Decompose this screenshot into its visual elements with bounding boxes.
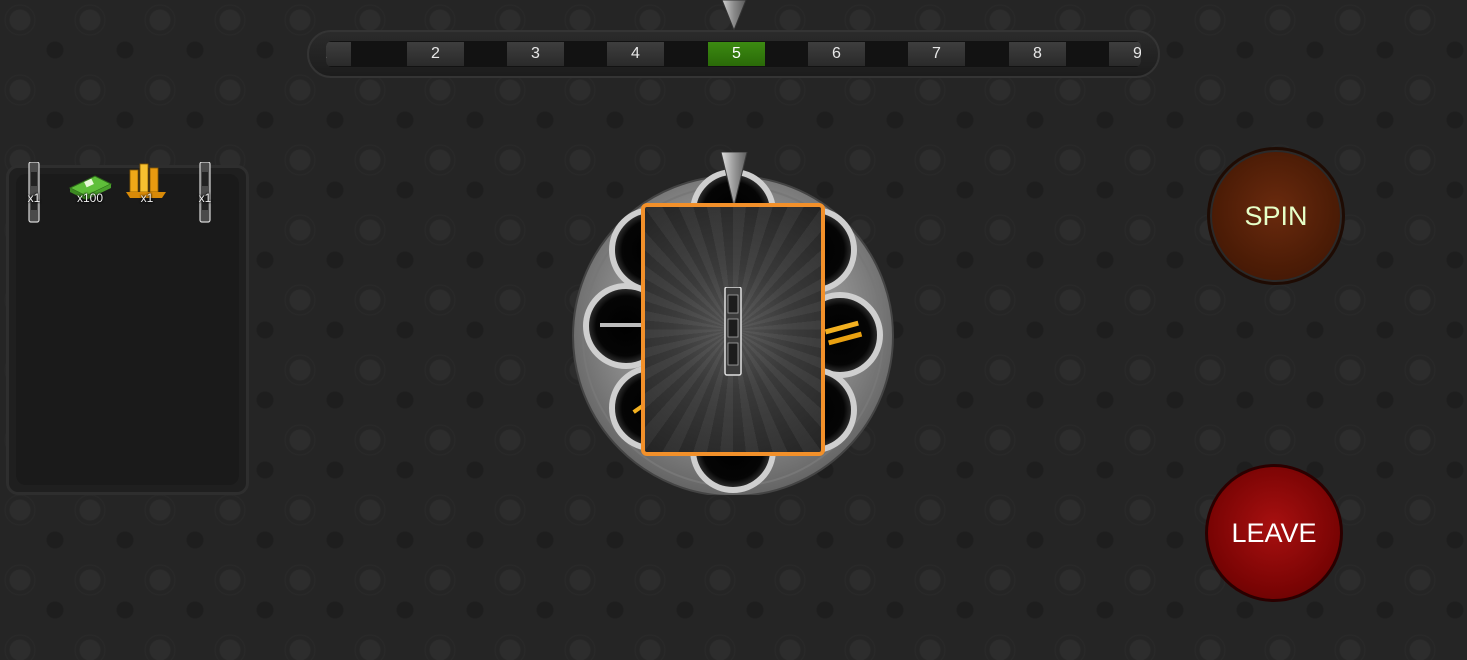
level-cell-5-current: 5: [708, 42, 765, 66]
item-count: x1: [27, 191, 41, 205]
level-cell-1: 1: [326, 42, 351, 66]
level-cell-8: 8: [1009, 42, 1066, 66]
leave-button[interactable]: LEAVE: [1205, 464, 1343, 602]
level-strip: 1 2 3 4 5 6 7 8 9: [326, 41, 1141, 67]
inventory-item[interactable]: x100: [65, 162, 115, 224]
weapon-part-icon: [724, 287, 742, 376]
inventory-item[interactable]: x1: [180, 161, 230, 224]
level-cell-7: 7: [908, 42, 965, 66]
spin-button[interactable]: SPIN: [1207, 147, 1345, 285]
spin-button-label: SPIN: [1244, 200, 1308, 231]
level-track: 1 2 3 4 5 6 7 8 9: [307, 30, 1160, 78]
inventory-item[interactable]: x1: [122, 162, 172, 224]
item-count: x1: [140, 191, 154, 205]
level-cell-4: 4: [607, 42, 664, 66]
wheel-pointer-icon: [720, 152, 748, 206]
level-cell-9: 9: [1109, 42, 1141, 66]
reward-card: [641, 203, 825, 456]
item-count: x1: [198, 191, 212, 205]
inventory-panel: x1 x100 x1 x1: [6, 161, 249, 495]
leave-button-label: LEAVE: [1231, 517, 1317, 548]
level-cell-3: 3: [507, 42, 564, 66]
level-cell-6: 6: [808, 42, 865, 66]
top-pointer-icon: [721, 0, 747, 30]
level-cell-2: 2: [407, 42, 464, 66]
item-count: x100: [76, 191, 104, 205]
inventory-item[interactable]: x1: [9, 161, 59, 224]
